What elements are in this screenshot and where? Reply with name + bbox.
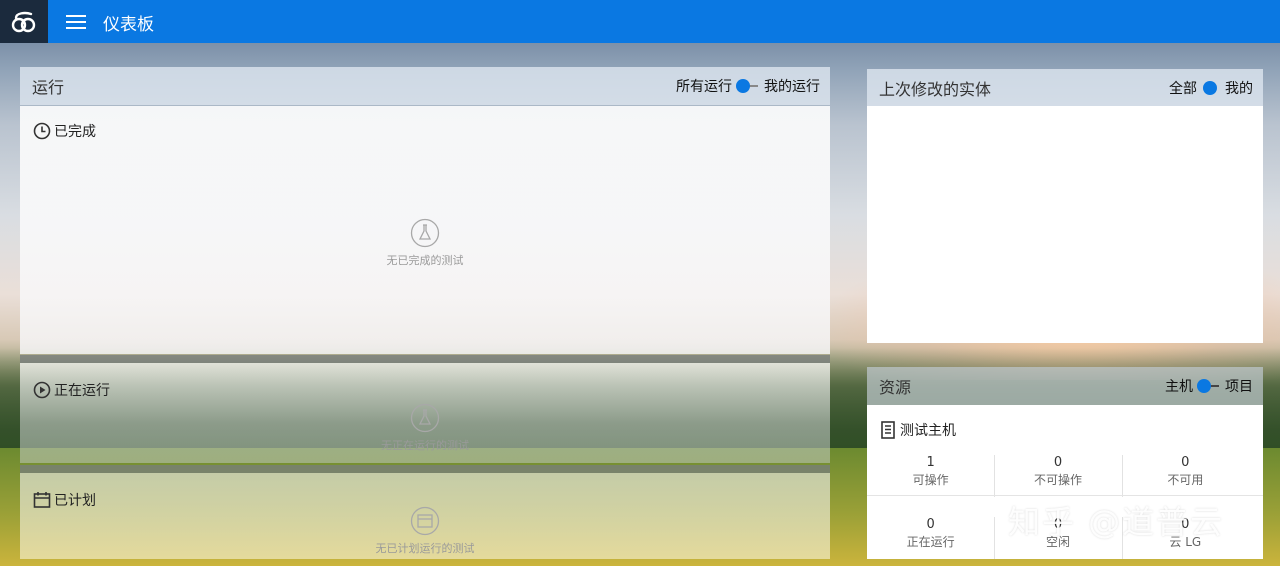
stat-label: 不可用	[1167, 473, 1204, 487]
stat-running[interactable]: 0 正在运行	[867, 517, 994, 550]
stat-value: 0	[1053, 455, 1063, 470]
running-label-text: 正在运行	[54, 383, 110, 399]
hamburger-menu-icon[interactable]	[64, 11, 88, 33]
entities-panel-header: 上次修改的实体 全部 我的	[867, 69, 1263, 106]
completed-label-text: 已完成	[54, 124, 96, 140]
top-bar: 仪表板	[0, 0, 1280, 43]
completed-empty-text: 无已完成的测试	[386, 254, 464, 267]
completed-section: 已完成 无已完成的测试	[20, 106, 830, 354]
app-logo-icon[interactable]	[0, 0, 48, 43]
scheduled-empty-state: 无已计划运行的测试	[20, 506, 830, 556]
stat-non-operational[interactable]: 0 不可操作	[994, 455, 1121, 497]
running-empty-text: 无正在运行的测试	[381, 439, 469, 452]
completed-label: 已完成	[33, 121, 96, 141]
stat-value: 1	[926, 455, 935, 470]
scheduled-empty-text: 无已计划运行的测试	[375, 542, 475, 555]
toggle-switch[interactable]	[736, 79, 758, 93]
running-section: 正在运行 无正在运行的测试	[20, 363, 830, 463]
stat-value: 0	[926, 517, 935, 532]
host-stats-row-1: 1 可操作 0 不可操作 0 不可用	[867, 455, 1249, 497]
flask-icon	[410, 403, 440, 433]
section-divider	[20, 355, 830, 363]
resources-filter-toggle[interactable]: 主机 项目	[1165, 376, 1253, 396]
resources-panel-header: 资源 主机 项目	[867, 367, 1263, 405]
flask-icon	[410, 218, 440, 248]
section-divider	[20, 465, 830, 473]
page-title: 仪表板	[103, 15, 154, 35]
runs-panel-header: 运行 所有运行 我的运行	[20, 67, 830, 105]
stat-value: 0	[1181, 455, 1190, 470]
resources-panel-title: 资源	[879, 378, 912, 397]
stat-label: 正在运行	[906, 535, 955, 549]
clock-icon	[33, 122, 51, 140]
test-hosts-title-text: 测试主机	[900, 423, 956, 439]
entities-list	[867, 106, 1263, 343]
toggle-option-all-runs[interactable]: 所有运行	[676, 76, 732, 96]
toggle-option-hosts[interactable]: 主机	[1165, 376, 1193, 396]
entities-filter-toggle[interactable]: 全部 我的	[1169, 78, 1253, 98]
toggle-switch[interactable]	[1201, 80, 1219, 95]
stat-unavailable[interactable]: 0 不可用	[1121, 455, 1249, 497]
calendar-icon	[410, 506, 440, 536]
stats-divider	[867, 495, 1263, 496]
running-empty-state: 无正在运行的测试	[20, 403, 830, 453]
toggle-option-projects[interactable]: 项目	[1225, 376, 1253, 396]
entities-panel-title: 上次修改的实体	[879, 79, 992, 99]
running-label: 正在运行	[33, 380, 110, 400]
watermark: 知乎 @道普云	[1008, 503, 1225, 541]
test-hosts-title: 测试主机	[880, 420, 956, 440]
play-circle-icon	[33, 381, 51, 399]
completed-empty-state: 无已完成的测试	[20, 218, 830, 268]
scheduled-section: 已计划 无已计划运行的测试	[20, 473, 830, 559]
stat-label: 可操作	[912, 473, 949, 487]
toggle-option-my-runs[interactable]: 我的运行	[764, 76, 820, 96]
toggle-option-mine[interactable]: 我的	[1225, 78, 1253, 98]
toggle-switch[interactable]	[1197, 379, 1219, 393]
stat-label: 不可操作	[1033, 473, 1082, 487]
toggle-option-all[interactable]: 全部	[1169, 78, 1197, 98]
document-icon	[881, 421, 895, 439]
runs-filter-toggle[interactable]: 所有运行 我的运行	[676, 76, 820, 96]
runs-panel-title: 运行	[32, 78, 65, 97]
stat-operational[interactable]: 1 可操作	[867, 455, 994, 488]
